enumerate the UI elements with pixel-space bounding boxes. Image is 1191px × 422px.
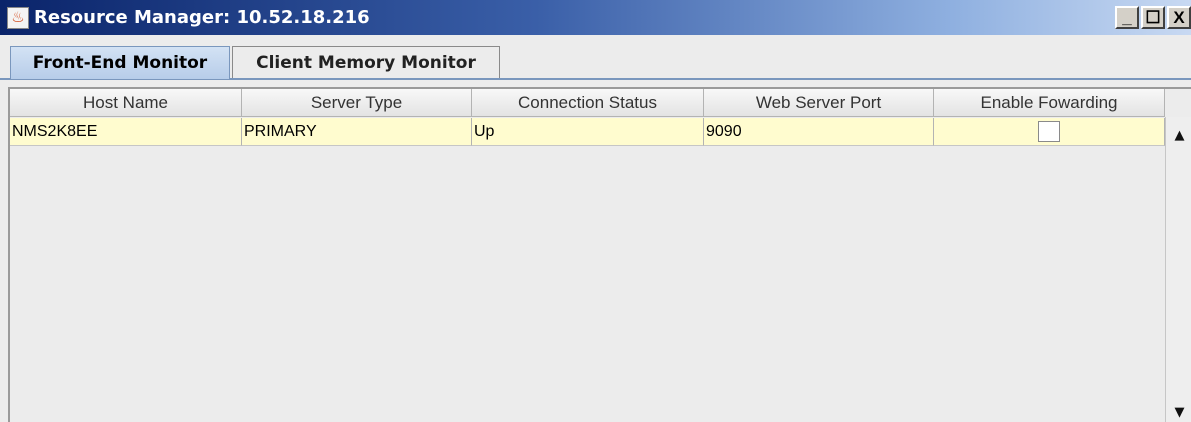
java-cup-icon: ♨ bbox=[7, 6, 29, 29]
cell-web-server-port[interactable]: 9090 bbox=[704, 118, 934, 146]
cell-server-type[interactable]: PRIMARY bbox=[242, 118, 472, 146]
maximize-button[interactable]: ☐ bbox=[1141, 6, 1165, 29]
column-header-host-name[interactable]: Host Name bbox=[10, 89, 242, 117]
title-bar[interactable]: ♨ Resource Manager: 10.52.18.216 _ ☐ X bbox=[0, 0, 1191, 35]
minimize-button[interactable]: _ bbox=[1115, 6, 1139, 29]
window-controls: _ ☐ X bbox=[1115, 6, 1191, 29]
table-header: Host Name Server Type Connection Status … bbox=[10, 89, 1165, 117]
scroll-down-icon[interactable]: ▼ bbox=[1166, 400, 1191, 422]
column-header-connection-status[interactable]: Connection Status bbox=[472, 89, 704, 117]
table-row[interactable]: NMS2K8EE PRIMARY Up 9090 bbox=[10, 118, 1165, 146]
cell-host-name[interactable]: NMS2K8EE bbox=[10, 118, 242, 146]
tab-client-memory-monitor[interactable]: Client Memory Monitor bbox=[232, 46, 500, 79]
vertical-scrollbar[interactable]: ▲ ▼ bbox=[1165, 117, 1191, 422]
window-title: Resource Manager: 10.52.18.216 bbox=[34, 7, 370, 28]
tab-strip: Front-End Monitor Client Memory Monitor bbox=[0, 35, 1191, 83]
column-header-enable-forwarding[interactable]: Enable Fowarding bbox=[934, 89, 1165, 117]
column-header-web-server-port[interactable]: Web Server Port bbox=[704, 89, 934, 117]
front-end-monitor-table: Host Name Server Type Connection Status … bbox=[8, 87, 1191, 422]
enable-forwarding-checkbox[interactable] bbox=[1038, 121, 1060, 142]
scroll-up-icon[interactable]: ▲ bbox=[1166, 123, 1191, 147]
close-button[interactable]: X bbox=[1167, 6, 1191, 29]
tab-front-end-monitor[interactable]: Front-End Monitor bbox=[10, 46, 230, 79]
cell-enable-forwarding bbox=[934, 118, 1165, 146]
column-header-server-type[interactable]: Server Type bbox=[242, 89, 472, 117]
cell-connection-status[interactable]: Up bbox=[472, 118, 704, 146]
